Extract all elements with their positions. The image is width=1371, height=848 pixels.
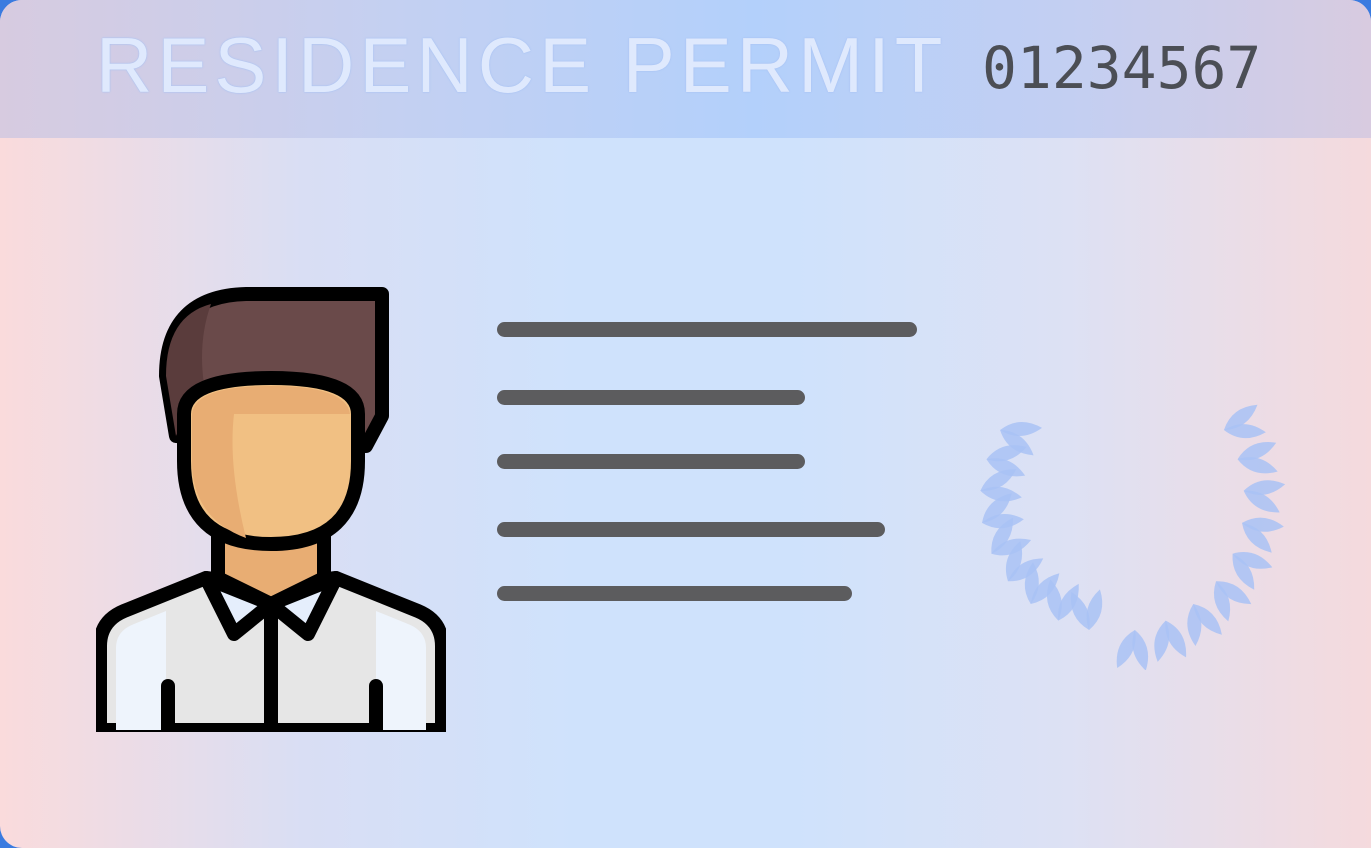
person-avatar-icon bbox=[96, 286, 446, 732]
text-line bbox=[497, 586, 852, 601]
text-line bbox=[497, 454, 805, 469]
text-line bbox=[497, 390, 805, 405]
card-header: RESIDENCE PERMIT 01234567 bbox=[0, 0, 1371, 138]
residence-permit-card: RESIDENCE PERMIT 01234567 bbox=[0, 0, 1371, 848]
text-line bbox=[497, 522, 885, 537]
laurel-wreath-icon bbox=[930, 360, 1294, 670]
permit-number: 01234567 bbox=[982, 34, 1262, 102]
card-title: RESIDENCE PERMIT bbox=[96, 21, 948, 109]
text-line bbox=[497, 322, 917, 337]
